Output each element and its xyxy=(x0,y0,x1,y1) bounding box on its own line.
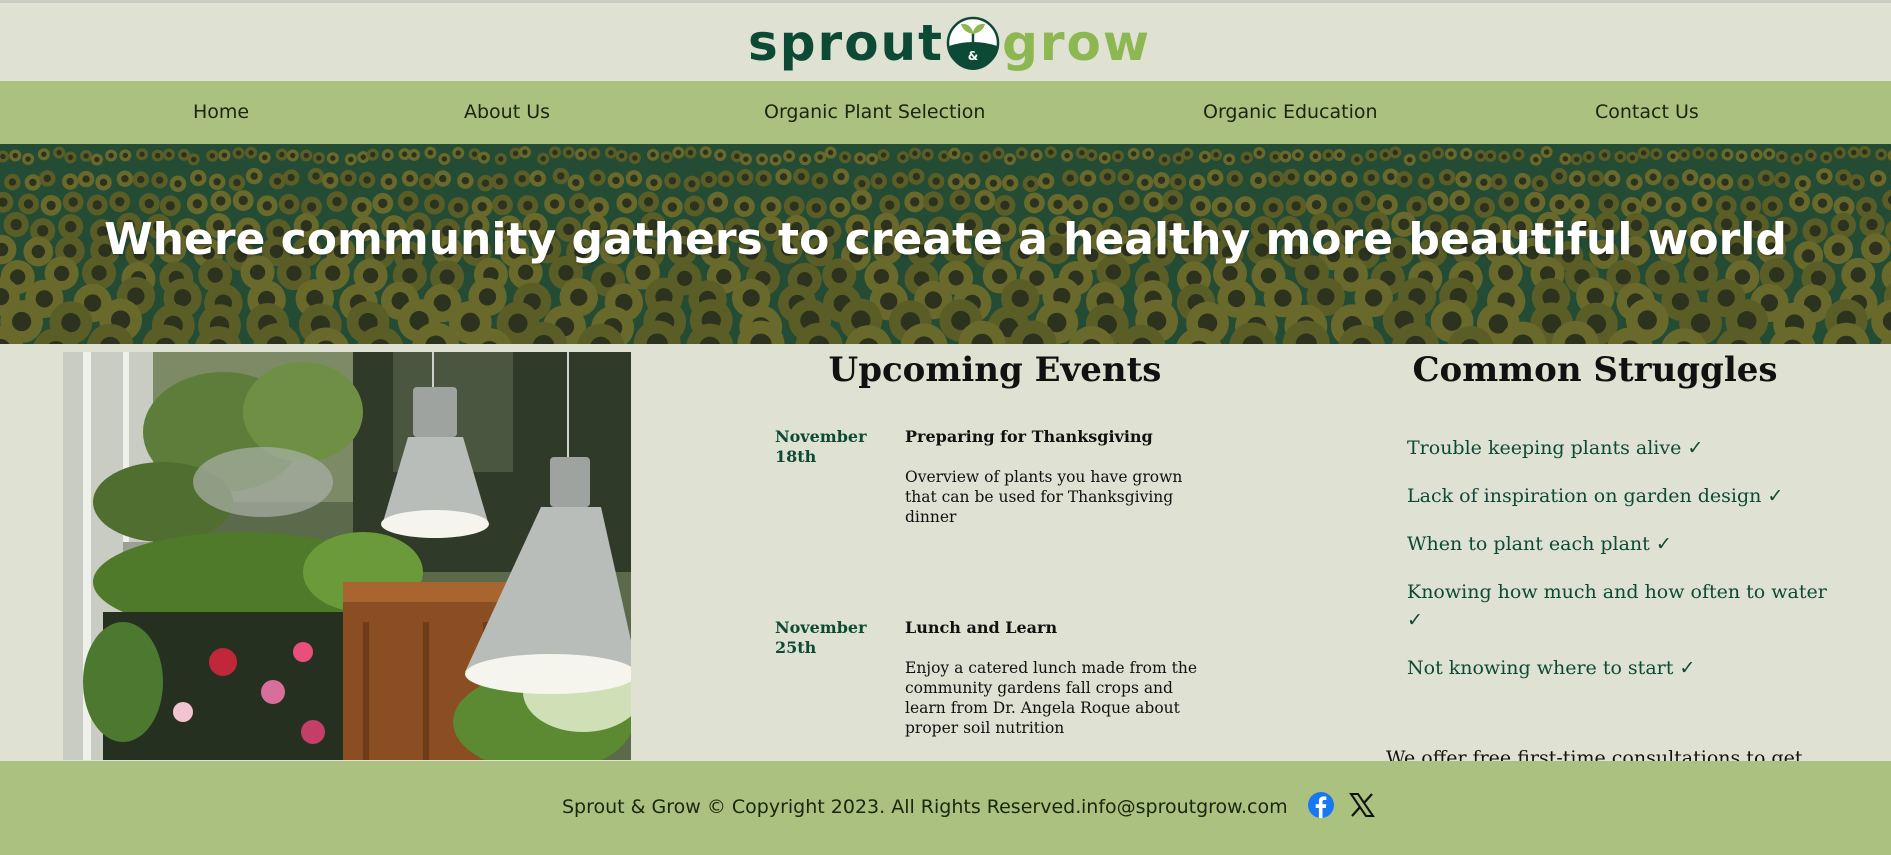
event-name: Lunch and Learn xyxy=(905,618,1058,637)
struggle-item: Trouble keeping plants alive ✓ xyxy=(1407,437,1704,459)
event-description: Overview of plants you have grown that c… xyxy=(905,468,1183,526)
nav-about-us[interactable]: About Us xyxy=(464,81,550,144)
struggle-item: When to plant each plant ✓ xyxy=(1407,533,1672,555)
facebook-icon[interactable] xyxy=(1307,791,1335,819)
events-heading: Upcoming Events xyxy=(828,350,1162,390)
event-date: November 18th xyxy=(775,427,867,466)
nav-organic-education[interactable]: Organic Education xyxy=(1203,81,1378,144)
nav-home[interactable]: Home xyxy=(193,81,249,144)
event-description: Enjoy a catered lunch made from the comm… xyxy=(905,659,1198,737)
logo-text-sprout: sprout xyxy=(748,14,945,72)
struggle-item: Not knowing where to start ✓ xyxy=(1407,657,1696,679)
struggles-heading: Common Struggles xyxy=(1412,350,1778,390)
footer-email-link[interactable]: info@sproutgrow.com xyxy=(1081,796,1288,818)
main-nav: Home About Us Organic Plant Selection Or… xyxy=(0,81,1891,144)
logo-text-grow: grow xyxy=(1002,14,1152,72)
nav-organic-plant-selection[interactable]: Organic Plant Selection xyxy=(764,81,985,144)
hero-title: Where community gathers to create a heal… xyxy=(104,214,1787,265)
nav-contact-us[interactable]: Contact Us xyxy=(1595,81,1699,144)
struggle-item: Knowing how much and how often to water … xyxy=(1407,581,1827,631)
event-date: November 25th xyxy=(775,618,867,657)
struggle-item: Lack of inspiration on garden design ✓ xyxy=(1407,485,1784,507)
footer-copyright: Sprout & Grow © Copyright 2023. All Righ… xyxy=(562,796,1082,818)
x-icon[interactable] xyxy=(1348,791,1376,819)
logo-ampersand: & xyxy=(968,49,978,63)
hero-banner: Where community gathers to create a heal… xyxy=(0,144,1891,344)
greenhouse-photo xyxy=(63,352,631,760)
logo-sprout-icon: & xyxy=(946,16,1000,70)
site-logo[interactable]: sprout & grow xyxy=(748,15,1151,71)
site-footer: Sprout & Grow © Copyright 2023. All Righ… xyxy=(0,761,1891,855)
site-header: sprout & grow xyxy=(0,3,1891,81)
event-name: Preparing for Thanksgiving xyxy=(905,427,1153,446)
